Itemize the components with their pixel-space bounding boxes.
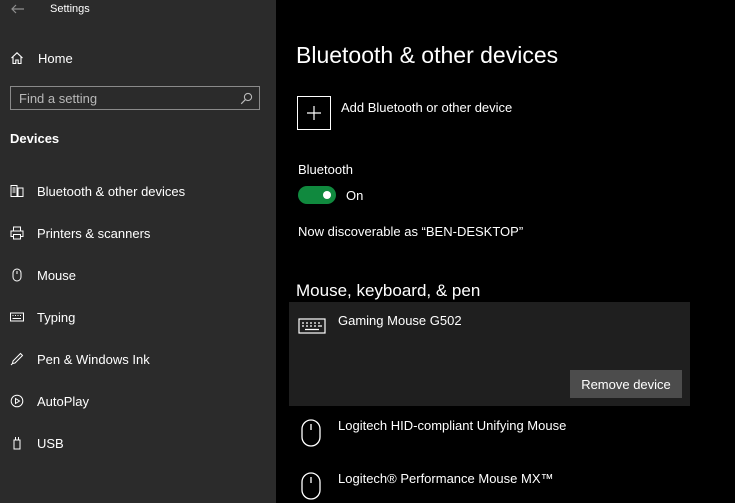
printer-icon	[9, 225, 25, 241]
sidebar-item-label: Pen & Windows Ink	[37, 351, 150, 367]
sidebar-item-pen[interactable]: Pen & Windows Ink	[0, 346, 276, 372]
sidebar-item-label: Printers & scanners	[37, 225, 151, 241]
sidebar-item-usb[interactable]: USB	[0, 430, 276, 456]
section-title-devices: Devices	[10, 131, 60, 146]
add-device-tile	[297, 96, 331, 130]
bluetooth-toggle-row: On	[298, 186, 363, 204]
add-device-label: Add Bluetooth or other device	[341, 100, 513, 115]
pen-icon	[9, 351, 25, 367]
bluetooth-label: Bluetooth	[298, 162, 353, 177]
search-icon[interactable]	[237, 89, 255, 107]
sidebar-item-label: Typing	[37, 309, 76, 325]
sidebar-item-label: USB	[37, 435, 64, 451]
device-name: Gaming Mouse G502	[338, 313, 462, 328]
page-title: Bluetooth & other devices	[296, 42, 559, 68]
sidebar-item-label: Bluetooth & other devices	[37, 183, 186, 199]
device-name: Logitech HID-compliant Unifying Mouse	[338, 418, 567, 433]
home-icon	[9, 50, 25, 66]
sidebar-item-typing[interactable]: Typing	[0, 304, 276, 330]
toggle-knob	[323, 191, 331, 199]
back-button[interactable]	[8, 1, 28, 17]
bluetooth-state: On	[346, 187, 364, 203]
device-name: Logitech® Performance Mouse MX™	[338, 471, 554, 486]
sidebar-item-label: Home	[38, 50, 73, 66]
mouse-icon	[301, 419, 321, 447]
autoplay-icon	[9, 393, 25, 409]
section-heading-mouse-keyboard-pen: Mouse, keyboard, & pen	[296, 281, 481, 300]
keyboard-icon	[9, 309, 25, 325]
sidebar-item-autoplay[interactable]: AutoPlay	[0, 388, 276, 414]
sidebar: Settings Home Devices	[0, 0, 276, 503]
sidebar-nav: Bluetooth & other devices Printers & sca…	[0, 178, 276, 472]
back-arrow-icon	[11, 4, 24, 14]
search-input[interactable]	[11, 88, 237, 108]
device-list-item[interactable]: Logitech HID-compliant Unifying Mouse	[300, 416, 720, 450]
bluetooth-toggle[interactable]	[298, 186, 336, 204]
remove-device-button[interactable]: Remove device	[570, 370, 682, 398]
title-bar: Settings	[0, 0, 276, 20]
bluetooth-devices-icon	[9, 183, 25, 199]
device-card-selected[interactable]: Gaming Mouse G502 Remove device	[289, 302, 690, 406]
keyboard-icon	[298, 318, 326, 334]
add-device-button[interactable]: Add Bluetooth or other device	[297, 96, 512, 130]
plus-icon	[307, 106, 321, 120]
usb-icon	[9, 435, 25, 451]
main-content: Bluetooth & other devices Add Bluetooth …	[276, 0, 735, 503]
mouse-icon	[301, 472, 321, 500]
sidebar-item-bluetooth[interactable]: Bluetooth & other devices	[0, 178, 276, 204]
search-box	[10, 86, 260, 110]
discoverable-status: Now discoverable as “BEN-DESKTOP”	[298, 224, 524, 239]
mouse-icon	[9, 267, 25, 283]
sidebar-item-home[interactable]: Home	[0, 46, 276, 70]
sidebar-item-label: Mouse	[37, 267, 77, 283]
device-list-item[interactable]: Logitech® Performance Mouse MX™	[300, 469, 720, 503]
sidebar-item-mouse[interactable]: Mouse	[0, 262, 276, 288]
sidebar-item-label: AutoPlay	[37, 393, 90, 409]
sidebar-item-printers[interactable]: Printers & scanners	[0, 220, 276, 246]
app-title: Settings	[50, 3, 90, 15]
settings-window: Settings Home Devices	[0, 0, 735, 503]
